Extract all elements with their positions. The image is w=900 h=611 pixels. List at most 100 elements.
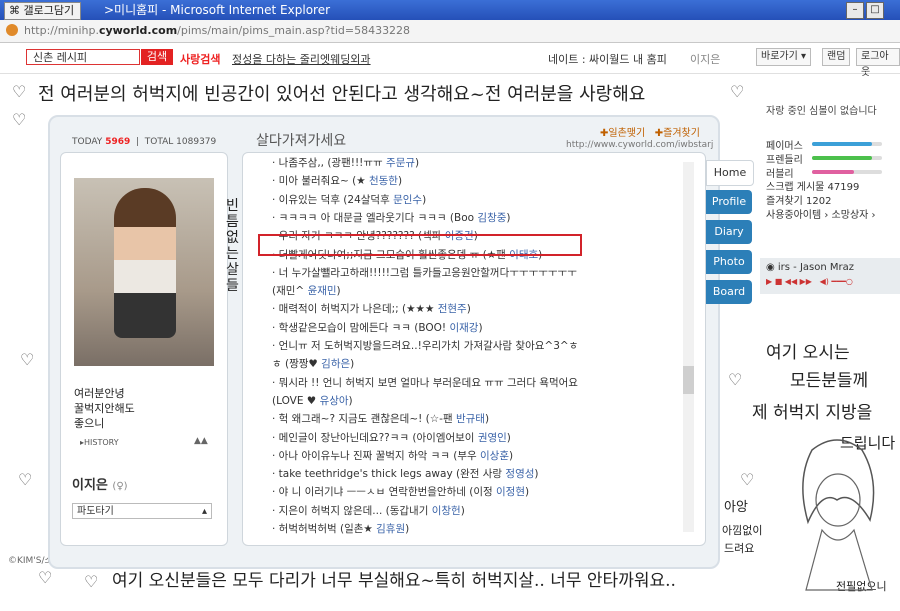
guestbook-entry[interactable]: · 매력적이 허벅지가 나은데;; (★★★ 전현주) bbox=[272, 301, 471, 316]
guestbook-entry-text: · 언니ㅠ 저 도허벅지방을드려요..!우리가치 가져갈사람 찾아요^3^ㅎ bbox=[272, 340, 579, 352]
guestbook-entry[interactable]: · 뭐시라 !! 언니 허벅지 보면 얼마나 부러운데요 ㅠㅠ 그러다 욕먹어요 bbox=[272, 375, 578, 390]
guestbook-entry[interactable]: · ㅋㅋㅋㅋ 아 대문글 엘라웃기다 ㅋㅋㅋ (Boo 김창중) bbox=[272, 210, 511, 225]
profile-photo bbox=[74, 178, 214, 366]
guestbook-entry[interactable]: · 학생같은모습이 맘에든다 ㅋㅋ (BOO! 이재강) bbox=[272, 320, 483, 335]
guestbook-entry[interactable]: · 헉 왜그래~? 지금도 괜찮은데~! (☆-팬 반규태) bbox=[272, 411, 489, 426]
tab-photo[interactable]: Photo bbox=[706, 250, 752, 274]
stat-rows: 페이머스 프렌들리 러블리 bbox=[760, 137, 900, 181]
favorite-count[interactable]: 즐겨찾기 1202 bbox=[766, 195, 900, 209]
sketch-illustration bbox=[802, 439, 875, 591]
favorite-link[interactable]: ✚즐겨찾기 bbox=[655, 128, 700, 139]
guestbook-entry-text: · 너 누가살뺄라고하래!!!!!그럼 틀카들고응원안할꺼다ㅜㅜㅜㅜㅜㅜㅜ bbox=[272, 266, 577, 279]
profile-person bbox=[114, 188, 176, 338]
profile-intro: 여러분안녕 꿀벅지안해도 좋으니 bbox=[74, 386, 135, 431]
guestbook-entry-tail: ) bbox=[534, 468, 539, 481]
guestbook-entry-tail: ) bbox=[415, 157, 420, 169]
guestbook-entry[interactable]: (재민^ 윤재민) bbox=[272, 283, 341, 298]
nav-user[interactable]: 이지은 bbox=[690, 51, 720, 67]
logout-button[interactable]: 로그아웃 bbox=[856, 48, 900, 78]
add-friend-link[interactable]: ✚일촌맺기 bbox=[600, 128, 645, 139]
guestbook-entry[interactable]: · 미아 불러줘요~ (★ 천동한) bbox=[272, 173, 402, 188]
vertical-deco-text: 빈틈없는살들 bbox=[226, 198, 239, 294]
guestbook-entry[interactable]: · 언니ㅠ 저 도허벅지방을드려요..!우리가치 가져갈사람 찾아요^3^ㅎ bbox=[272, 338, 578, 353]
tab-profile[interactable]: Profile bbox=[706, 190, 752, 214]
symbol-status: 자랑 중인 심볼이 없습니다 bbox=[766, 106, 877, 117]
url-domain: cyworld.com bbox=[98, 24, 178, 37]
scrap-count[interactable]: 스크랩 게시물 47199 bbox=[766, 181, 900, 195]
guestbook-entry-author[interactable]: 이창헌 bbox=[432, 505, 461, 517]
wall-bottom-text: 여기 오신분들은 모두 다리가 너무 부실해요~특히 허벅지살.. 너무 안타까… bbox=[112, 571, 676, 591]
random-button[interactable]: 랜덤 bbox=[822, 48, 851, 66]
guestbook-entry-author[interactable]: 정영성 bbox=[505, 468, 534, 480]
guestbook-entry[interactable]: · 나좀주삼,, (광팬!!!ㅠㅠ 주문규) bbox=[272, 155, 419, 170]
gallog-save-button[interactable]: ⌘ 갤로그담기 bbox=[4, 2, 82, 20]
guestbook-entry[interactable]: · 허벅허벅허벅 (일촌★ 김휴원) bbox=[272, 521, 409, 536]
guestbook-entry[interactable]: · 너 누가살뺄라고하래!!!!!그럼 틀카들고응원안할꺼다ㅜㅜㅜㅜㅜㅜㅜ bbox=[272, 265, 577, 280]
guestbook-entry[interactable]: · 지은이 허벅지 않은데... (동갑내기 이창헌) bbox=[272, 503, 465, 518]
today-label: TODAY bbox=[72, 137, 103, 147]
guestbook-entry-author[interactable]: 주문규 bbox=[386, 157, 415, 169]
guestbook-entry[interactable]: · 메인글이 장난아닌데요??ㅋㅋ (아이엠어보이 권영인) bbox=[272, 430, 511, 445]
wave-select[interactable]: 파도타기 ▴ bbox=[72, 503, 212, 519]
url-field[interactable]: http://minihp.cyworld.com/pims/main/pims… bbox=[24, 24, 410, 37]
player-controls[interactable]: ▶ ■ ◀◀ ▶▶ ◀) ━━━○ bbox=[760, 277, 900, 286]
guestbook-entry[interactable]: · take teethridge's thick legs away (완전 … bbox=[272, 466, 539, 481]
guestbook-entry-tail: ) bbox=[506, 431, 511, 444]
favorite-label: 즐겨찾기 bbox=[663, 128, 700, 139]
nate-links[interactable]: 네이트 : 싸이월드 내 홈피 bbox=[548, 51, 667, 67]
people-search-link[interactable]: 사랑검색 bbox=[180, 51, 220, 67]
gallog-save-label: 갤로그담기 bbox=[23, 4, 75, 17]
search-button[interactable]: 검색 bbox=[141, 49, 173, 65]
history-link[interactable]: ▸HISTORY bbox=[80, 438, 119, 447]
toggle-arrows-icon[interactable]: ▲▲ bbox=[194, 436, 208, 446]
wall-right-text-2: 모든분들께 bbox=[790, 371, 869, 391]
intro-line-2: 꿀벅지안해도 bbox=[74, 402, 135, 415]
site-url[interactable]: http://www.cyworld.com/iwbstarj bbox=[566, 140, 713, 150]
guestbook-entry[interactable]: ㅎ (짱짱♥ 김하은) bbox=[272, 356, 354, 371]
tab-board[interactable]: Board bbox=[706, 280, 752, 304]
tab-diary[interactable]: Diary bbox=[706, 220, 752, 244]
guestbook-entry-author[interactable]: 권영인 bbox=[478, 432, 507, 444]
quick-menu-button[interactable]: 바로가기 ▾ bbox=[756, 48, 811, 66]
guestbook-entry-author[interactable]: 문인수 bbox=[393, 194, 422, 206]
page-title: 살다가져가세요 bbox=[256, 133, 347, 149]
sidebar-info: 스크랩 게시물 47199 즐겨찾기 1202 사용중아이템 › 소망상자 › bbox=[760, 181, 900, 223]
guestbook-entry-author[interactable]: 이정현 bbox=[496, 486, 525, 498]
guestbook-entry-author[interactable]: 김하은 bbox=[321, 358, 350, 370]
guestbook-entry-author[interactable]: 김창중 bbox=[477, 212, 506, 224]
address-bar[interactable]: http://minihp.cyworld.com/pims/main/pims… bbox=[0, 20, 900, 43]
guestbook-entry[interactable]: · 이유있는 덕후 (24살덕후 문인수) bbox=[272, 192, 426, 207]
search-input[interactable]: 신촌 레시피 bbox=[26, 49, 140, 65]
tab-home[interactable]: Home bbox=[706, 160, 754, 186]
stat-bar-fill bbox=[812, 156, 872, 160]
guestbook-entry[interactable]: (LOVE ♥ 유상아) bbox=[272, 393, 353, 408]
ie-icon bbox=[6, 24, 18, 36]
intro-line-3: 좋으니 bbox=[74, 417, 105, 430]
maximize-button[interactable]: □ bbox=[866, 2, 884, 19]
top-links: ✚일촌맺기 ✚즐겨찾기 bbox=[600, 124, 700, 139]
guestbook-entry-author[interactable]: 전현주 bbox=[438, 303, 467, 315]
guestbook-entry[interactable]: · 야 니 이러기냐 ㅡㅡㅅㅂ 연락한번을안하네 (이정 이정현) bbox=[272, 484, 529, 499]
right-sidebar: 자랑 중인 심볼이 없습니다 페이머스 프렌들리 러블리 스크랩 게시물 47199… bbox=[760, 96, 900, 223]
guestbook-entry-tail: ) bbox=[405, 523, 410, 535]
guestbook-entry-author[interactable]: 반규태 bbox=[456, 413, 485, 425]
guestbook-entry-author[interactable]: 윤재민 bbox=[308, 285, 337, 297]
guestbook-entry-tail: ) bbox=[460, 504, 465, 517]
heart-icon: ♡ bbox=[728, 370, 743, 389]
guestbook-entry-text: ㅎ (짱짱♥ bbox=[272, 358, 322, 371]
ad-link[interactable]: 정성을 다하는 줄리엣웨딩외과 bbox=[232, 51, 371, 67]
guestbook-entry-author[interactable]: 이재강 bbox=[449, 322, 478, 334]
guestbook-entry-author[interactable]: 김휴원 bbox=[376, 523, 405, 535]
guestbook-entry[interactable]: · 아나 아이유누나 진짜 꿀벅지 하악 ㅋㅋ (부우 이상훈) bbox=[272, 448, 513, 463]
speaker-icon: ◉ bbox=[766, 262, 778, 273]
guestbook-entry-author[interactable]: 유상아 bbox=[320, 395, 349, 407]
guestbook-scrollbar[interactable] bbox=[683, 162, 694, 532]
wave-select-value: 파도타기 bbox=[77, 506, 114, 517]
minimize-button[interactable]: – bbox=[846, 2, 864, 19]
wall-right-text-1: 여기 오시는 bbox=[766, 343, 850, 363]
guestbook-entry-author[interactable]: 천동한 bbox=[369, 175, 398, 187]
guestbook-entry-author[interactable]: 이상훈 bbox=[480, 450, 509, 462]
stat-row: 페이머스 bbox=[766, 137, 896, 152]
scrollbar-thumb[interactable] bbox=[683, 366, 694, 394]
item-links[interactable]: 사용중아이템 › 소망상자 › bbox=[766, 209, 900, 223]
